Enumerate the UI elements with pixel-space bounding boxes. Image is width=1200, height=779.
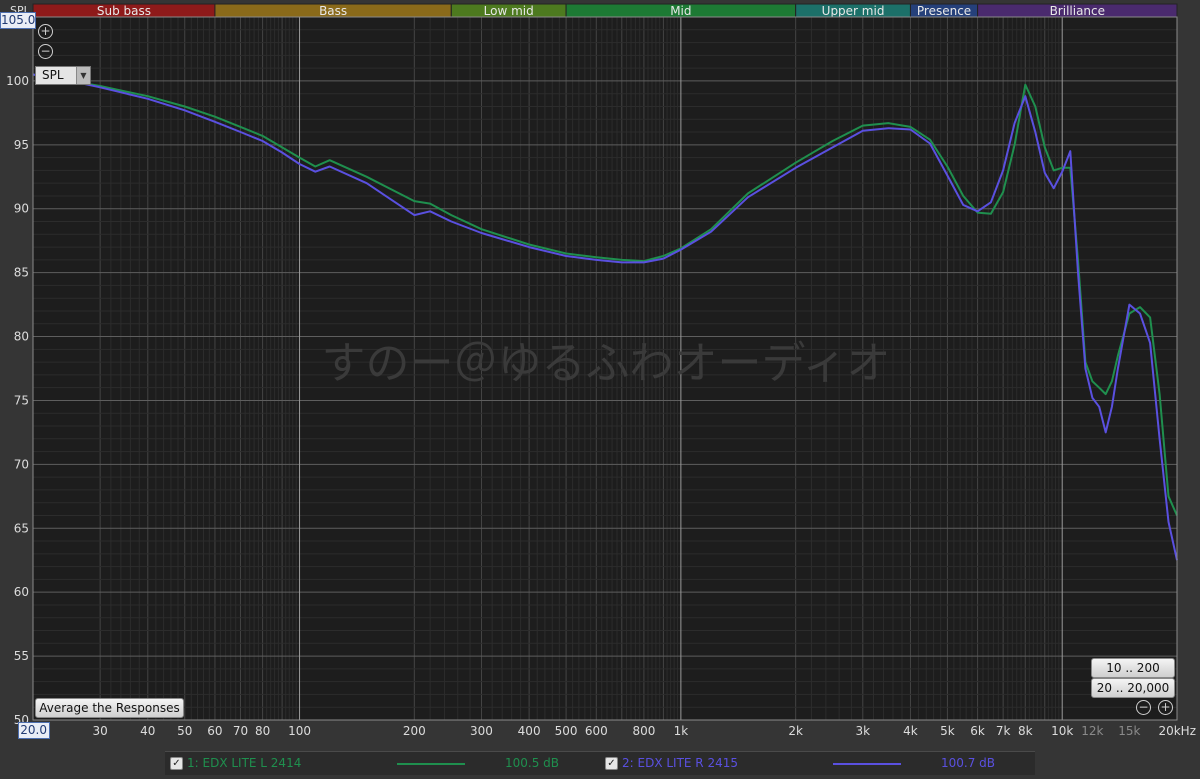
y-tick-label: 60 xyxy=(14,585,29,599)
y-axis-top-value-field[interactable]: 105.00 xyxy=(0,12,36,29)
y-tick-label: 85 xyxy=(14,266,29,280)
x-zoom-out-icon[interactable]: − xyxy=(1136,700,1151,715)
series1-name: 1: EDX LITE L 2414 xyxy=(187,756,302,770)
x-tick-label: 400 xyxy=(518,724,541,738)
y-axis-selector-value: SPL xyxy=(42,68,64,82)
x-tick-label: 1k xyxy=(674,724,689,738)
zoom-out-icon[interactable]: − xyxy=(38,44,53,59)
x-tick-label: 300 xyxy=(470,724,493,738)
x-tick-label: 80 xyxy=(255,724,270,738)
series2-line-swatch xyxy=(833,763,901,765)
x-tick-label: 15k xyxy=(1118,724,1140,738)
x-tick-label: 4k xyxy=(903,724,918,738)
x-tick-label: 70 xyxy=(233,724,248,738)
x-tick-label: 2k xyxy=(788,724,803,738)
x-tick-label: 800 xyxy=(632,724,655,738)
band-label: Upper mid xyxy=(822,4,885,18)
measurement-legend: ✓ 1: EDX LITE L 2414 100.5 dB ✓ 2: EDX L… xyxy=(165,751,1035,775)
zoom-in-icon[interactable]: + xyxy=(38,24,53,39)
y-axis-selector[interactable]: SPL ▼ xyxy=(35,66,91,85)
y-tick-label: 80 xyxy=(14,330,29,344)
band-label: Bass xyxy=(319,4,347,18)
y-tick-label: 75 xyxy=(14,393,29,407)
y-tick-label: 90 xyxy=(14,202,29,216)
y-tick-label: 70 xyxy=(14,457,29,471)
x-tick-label: 600 xyxy=(585,724,608,738)
x-tick-label: 12k xyxy=(1081,724,1103,738)
x-tick-label: 8k xyxy=(1018,724,1033,738)
y-tick-label: 65 xyxy=(14,521,29,535)
x-tick-label: 6k xyxy=(970,724,985,738)
series2-level: 100.7 dB xyxy=(941,756,996,770)
range-10-200-button[interactable]: 10 .. 200 xyxy=(1091,658,1175,678)
x-tick-label: 7k xyxy=(996,724,1011,738)
x-tick-label: 20kHz xyxy=(1158,724,1196,738)
band-label: Low mid xyxy=(484,4,534,18)
series1-level: 100.5 dB xyxy=(505,756,560,770)
series2-checkbox[interactable]: ✓ xyxy=(605,757,618,770)
x-tick-label: 30 xyxy=(93,724,108,738)
y-tick-label: 100 xyxy=(6,74,29,88)
x-axis-left-value-field[interactable]: 20.0 xyxy=(18,722,50,739)
x-tick-label: 5k xyxy=(940,724,955,738)
average-responses-button[interactable]: Average the Responses xyxy=(35,698,184,718)
series1-line-swatch xyxy=(397,763,465,765)
band-label: Mid xyxy=(670,4,691,18)
x-tick-label: 500 xyxy=(555,724,578,738)
x-tick-label: 3k xyxy=(856,724,871,738)
series2-name: 2: EDX LITE R 2415 xyxy=(622,756,738,770)
x-zoom-in-icon[interactable]: + xyxy=(1158,700,1173,715)
band-label: Sub bass xyxy=(97,4,151,18)
rew-graph-panel: Sub bass Bass Low mid Mid Upper mid Presence B… xyxy=(0,0,1200,779)
x-tick-label: 50 xyxy=(177,724,192,738)
y-tick-label: 55 xyxy=(14,649,29,663)
chevron-down-icon: ▼ xyxy=(76,67,90,84)
x-tick-label: 40 xyxy=(140,724,155,738)
x-tick-label: 60 xyxy=(207,724,222,738)
x-tick-label: 10k xyxy=(1051,724,1073,738)
series1-checkbox[interactable]: ✓ xyxy=(170,757,183,770)
x-tick-label: 100 xyxy=(288,724,311,738)
frequency-response-chart: Sub bass Bass Low mid Mid Upper mid Presence B… xyxy=(6,3,1196,738)
band-label: Brilliance xyxy=(1050,4,1105,18)
y-tick-label: 95 xyxy=(14,138,29,152)
x-tick-label: 200 xyxy=(403,724,426,738)
watermark-text: すのー＠ゆるふわオーディオ xyxy=(322,338,891,389)
range-20-20000-button[interactable]: 20 .. 20,000 xyxy=(1091,678,1175,698)
band-label: Presence xyxy=(917,4,971,18)
